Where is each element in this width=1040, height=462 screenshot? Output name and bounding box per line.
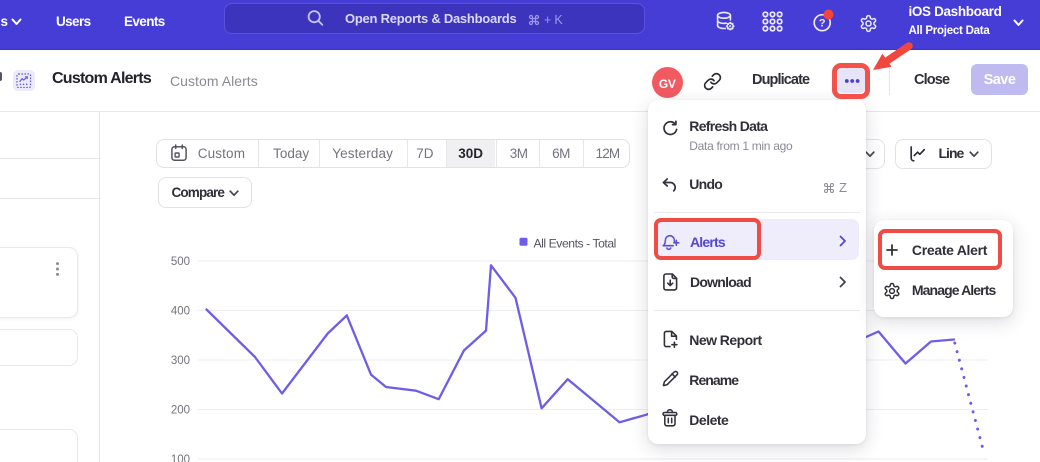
svg-text:300: 300: [171, 355, 190, 367]
svg-text:500: 500: [171, 256, 190, 268]
svg-text:100: 100: [171, 454, 190, 462]
svg-text:400: 400: [171, 306, 190, 318]
svg-text:All Events - Total: All Events - Total: [534, 237, 616, 251]
svg-text:200: 200: [171, 405, 190, 417]
